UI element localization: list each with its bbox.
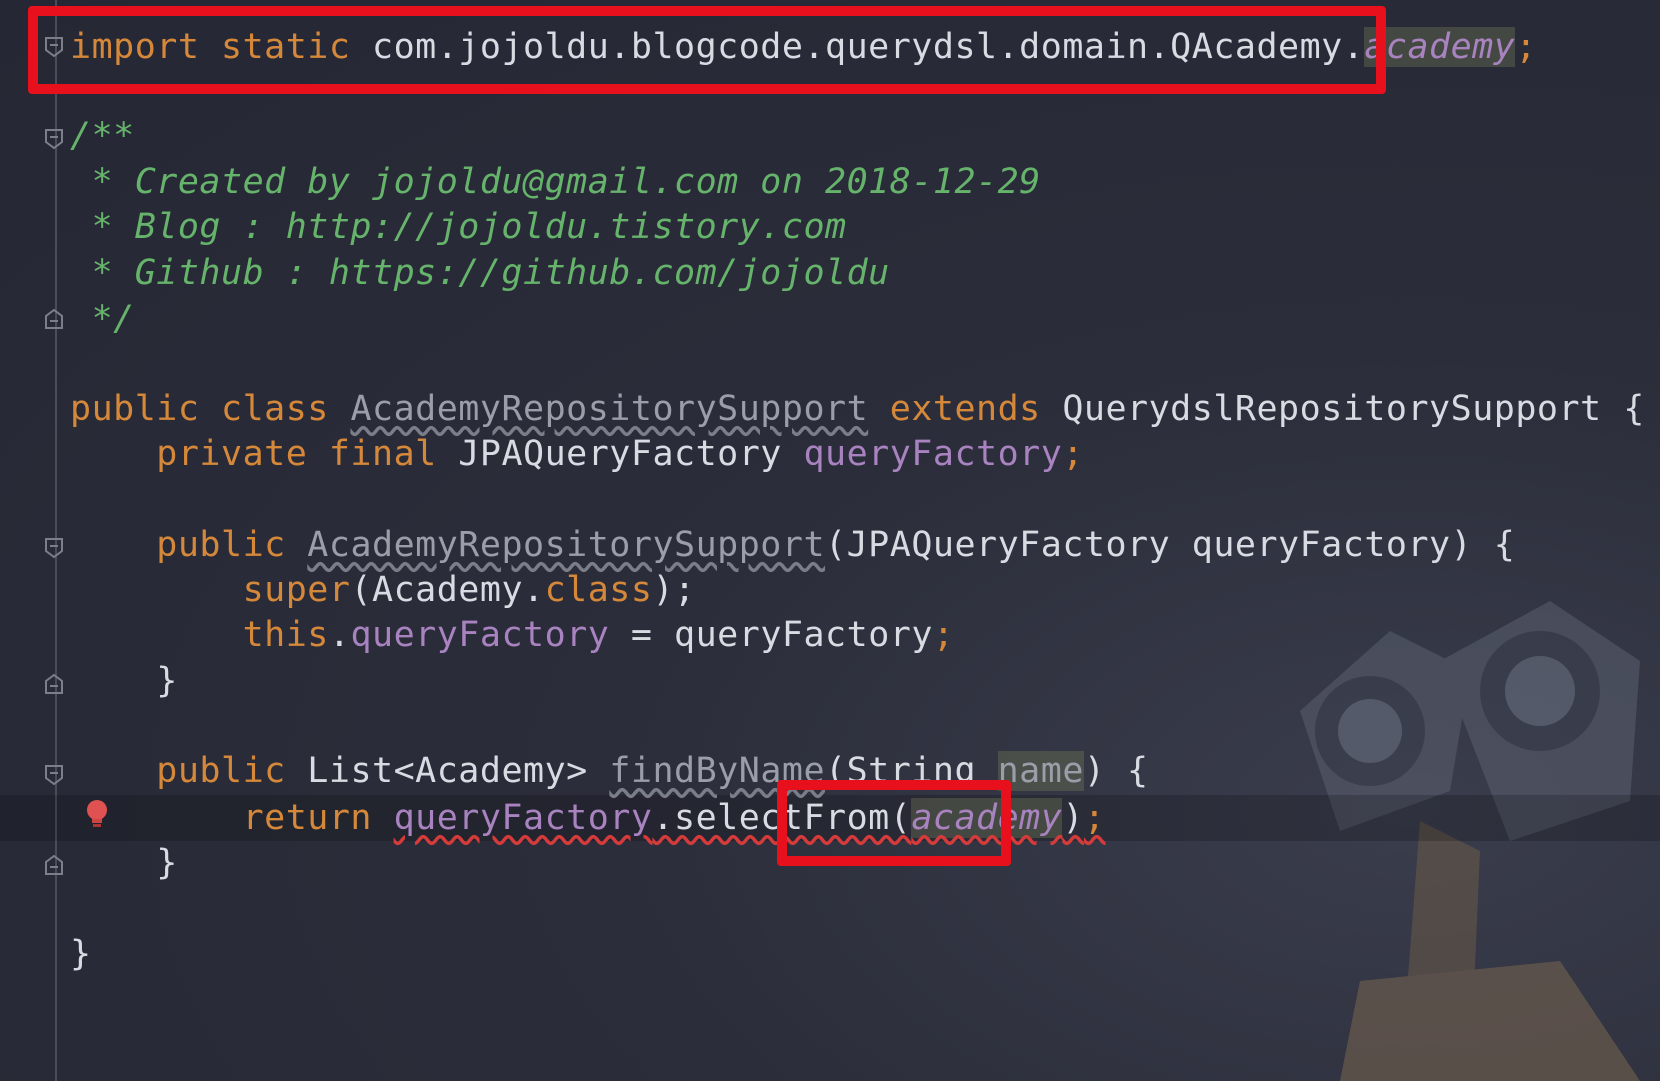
super-keyword: super	[70, 570, 351, 610]
field-type: JPAQueryFactory	[458, 434, 804, 474]
class-modifiers: public class	[70, 389, 351, 429]
super-call-line[interactable]: super(Academy.class);	[70, 567, 696, 613]
method-modifier: public	[70, 751, 308, 791]
fold-marker-icon[interactable]	[44, 764, 64, 786]
fold-marker-icon[interactable]	[44, 128, 64, 150]
semicolon: ;	[1062, 434, 1084, 474]
doc-comment-line: * Created by jojoldu@gmail.com on 2018-1…	[70, 162, 1041, 202]
ctor-params: (JPAQueryFactory queryFactory) {	[825, 525, 1516, 565]
semicolon: ;	[932, 615, 955, 655]
fold-marker-icon[interactable]	[44, 854, 64, 876]
class-name: AcademyRepositorySupport	[350, 389, 869, 429]
parent-class: QuerydslRepositorySupport {	[1062, 389, 1645, 429]
ctor-modifier: public	[70, 525, 308, 565]
doc-comment-line: * Github : https://github.com/jojoldu	[70, 253, 890, 293]
ctor-close-brace: }	[70, 661, 178, 701]
code-editor[interactable]: import static com.jojoldu.blogcode.query…	[0, 0, 1660, 1081]
class-close-brace: }	[70, 934, 92, 974]
field-modifiers: private final	[70, 434, 459, 474]
semicolon: ;	[1515, 27, 1537, 67]
class-keyword: class	[544, 570, 653, 610]
constructor-line[interactable]: public AcademyRepositorySupport(JPAQuery…	[70, 522, 1515, 568]
query-factory-ref: queryFactory	[393, 798, 653, 838]
method-params-end: ) {	[1083, 751, 1149, 791]
fold-marker-icon[interactable]	[44, 308, 64, 330]
semicolon: ;	[1083, 798, 1106, 838]
super-args-end: );	[652, 570, 696, 610]
doc-comment-open: /**	[70, 116, 135, 156]
call-end: )	[1062, 798, 1084, 838]
doc-comment-close: */	[70, 299, 135, 339]
dot: .	[328, 615, 351, 655]
class-declaration-line[interactable]: public class AcademyRepositorySupport ex…	[70, 386, 1645, 432]
ctor-name: AcademyRepositorySupport	[307, 525, 826, 565]
field-name: queryFactory	[803, 434, 1063, 474]
super-args: (Academy.	[350, 570, 545, 610]
field-line[interactable]: private final JPAQueryFactory queryFacto…	[70, 431, 1084, 477]
this-keyword: this	[70, 615, 329, 655]
import-highlight-box	[28, 6, 1386, 94]
fold-marker-icon[interactable]	[44, 673, 64, 695]
return-keyword: return	[70, 798, 394, 838]
argument-highlight-box	[777, 780, 1011, 866]
method-close-brace: }	[70, 843, 178, 883]
this-field: queryFactory	[350, 615, 610, 655]
import-member: academy	[1364, 27, 1516, 67]
fold-marker-icon[interactable]	[44, 537, 64, 559]
doc-comment-line: * Blog : http://jojoldu.tistory.com	[70, 207, 847, 247]
assign-line[interactable]: this.queryFactory = queryFactory;	[70, 612, 954, 658]
extends-keyword: extends	[868, 389, 1063, 429]
return-type: List<Academy>	[307, 751, 610, 791]
assign-expr: = queryFactory	[609, 615, 933, 655]
